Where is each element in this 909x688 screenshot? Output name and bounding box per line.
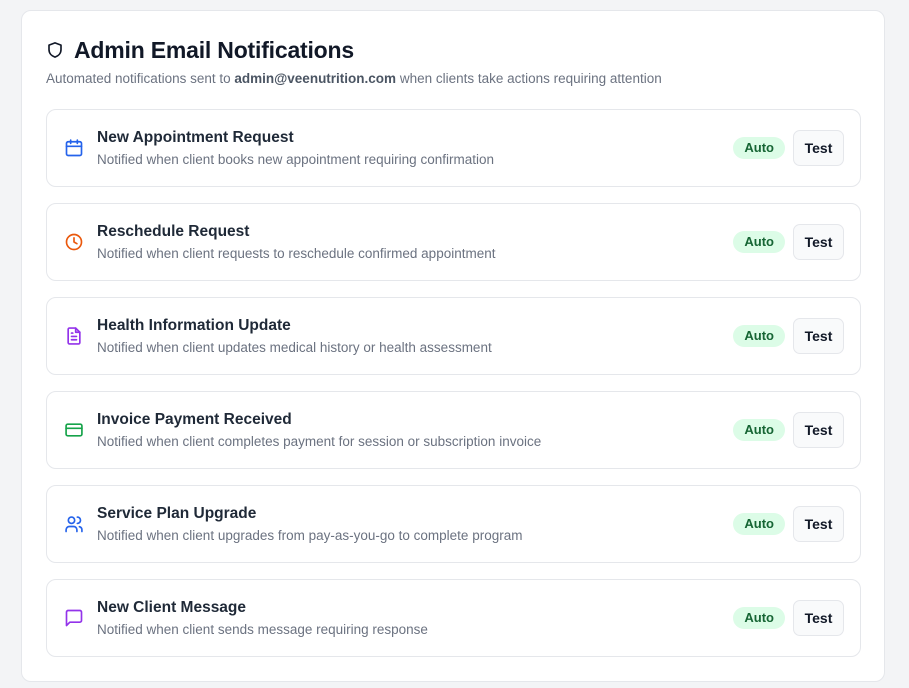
clock-icon bbox=[63, 231, 85, 253]
notification-description: Notified when client upgrades from pay-a… bbox=[97, 528, 523, 543]
notification-description: Notified when client books new appointme… bbox=[97, 152, 494, 167]
test-button[interactable]: Test bbox=[793, 412, 844, 448]
page-title: Admin Email Notifications bbox=[74, 36, 354, 63]
notification-item-reschedule-request: Reschedule Request Notified when client … bbox=[46, 203, 861, 281]
auto-badge: Auto bbox=[733, 231, 785, 253]
title-row: Admin Email Notifications bbox=[46, 35, 860, 65]
notification-title: Health Information Update bbox=[97, 317, 291, 334]
notification-description: Notified when client updates medical his… bbox=[97, 340, 492, 355]
notification-text: Health Information Update Notified when … bbox=[97, 317, 733, 355]
notification-text: Service Plan Upgrade Notified when clien… bbox=[97, 505, 733, 543]
test-button[interactable]: Test bbox=[793, 224, 844, 260]
notification-description: Notified when client completes payment f… bbox=[97, 434, 542, 449]
auto-badge: Auto bbox=[733, 137, 785, 159]
admin-email: admin@veenutrition.com bbox=[234, 71, 397, 86]
auto-badge: Auto bbox=[733, 325, 785, 347]
users-icon bbox=[63, 513, 85, 535]
notification-text: New Appointment Request Notified when cl… bbox=[97, 129, 733, 167]
calendar-icon bbox=[63, 137, 85, 159]
message-icon bbox=[63, 607, 85, 629]
auto-badge: Auto bbox=[733, 419, 785, 441]
notification-description: Notified when client requests to resched… bbox=[97, 246, 496, 261]
notification-item-invoice-payment-received: Invoice Payment Received Notified when c… bbox=[46, 391, 861, 469]
test-button[interactable]: Test bbox=[793, 506, 844, 542]
notification-item-health-information-update: Health Information Update Notified when … bbox=[46, 297, 861, 375]
notification-title: New Client Message bbox=[97, 599, 247, 616]
notification-list: New Appointment Request Notified when cl… bbox=[46, 109, 861, 673]
notification-title: Invoice Payment Received bbox=[97, 411, 292, 428]
notification-item-new-appointment-request: New Appointment Request Notified when cl… bbox=[46, 109, 861, 187]
notification-title: Service Plan Upgrade bbox=[97, 505, 257, 522]
shield-icon bbox=[46, 40, 66, 60]
card-header: Admin Email Notifications Automated noti… bbox=[46, 35, 860, 87]
document-icon bbox=[63, 325, 85, 347]
notification-item-new-client-message: New Client Message Notified when client … bbox=[46, 579, 861, 657]
notification-title: Reschedule Request bbox=[97, 223, 250, 240]
notification-text: Reschedule Request Notified when client … bbox=[97, 223, 733, 261]
notification-item-service-plan-upgrade: Service Plan Upgrade Notified when clien… bbox=[46, 485, 861, 563]
subtitle-prefix: Automated notifications sent to bbox=[46, 71, 235, 86]
admin-email-notifications-card: Admin Email Notifications Automated noti… bbox=[21, 10, 885, 682]
auto-badge: Auto bbox=[733, 607, 785, 629]
subtitle-suffix: when clients take actions requiring atte… bbox=[396, 71, 662, 86]
test-button[interactable]: Test bbox=[793, 130, 844, 166]
notification-text: Invoice Payment Received Notified when c… bbox=[97, 411, 733, 449]
notification-text: New Client Message Notified when client … bbox=[97, 599, 733, 637]
test-button[interactable]: Test bbox=[793, 318, 844, 354]
notification-description: Notified when client sends message requi… bbox=[97, 622, 428, 637]
credit-card-icon bbox=[63, 419, 85, 441]
auto-badge: Auto bbox=[733, 513, 785, 535]
page-subtitle: Automated notifications sent to admin@ve… bbox=[46, 71, 860, 86]
notification-title: New Appointment Request bbox=[97, 129, 294, 146]
test-button[interactable]: Test bbox=[793, 600, 844, 636]
